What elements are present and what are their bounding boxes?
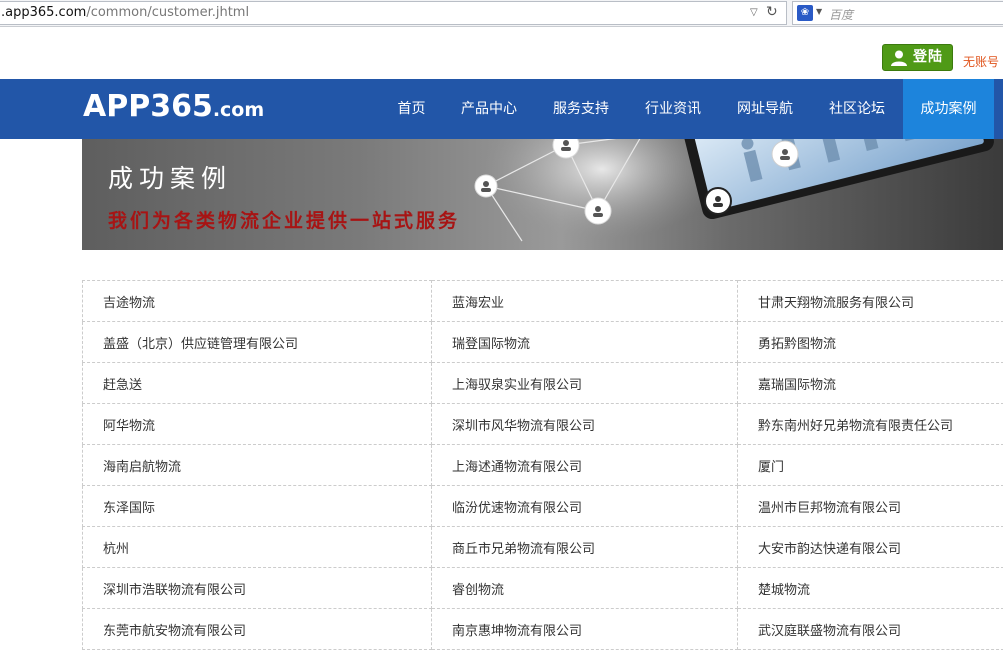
customer-name-cell: 深圳市风华物流有限公司 xyxy=(432,404,738,445)
customer-name-cell: 睿创物流 xyxy=(432,568,738,609)
customer-name-cell: 厦门 xyxy=(738,445,1003,486)
customer-name-cell: 武汉庭联盛物流有限公司 xyxy=(738,609,1003,650)
main-navbar: APP365.com 首页 产品中心 服务支持 行业资讯 网址导航 社区论坛 成… xyxy=(0,79,1003,139)
customer-name-cell: 蓝海宏业 xyxy=(432,281,738,322)
engine-dropdown-icon[interactable]: ▼ xyxy=(816,7,822,16)
customer-name-cell: 黔东南州好兄弟物流有限责任公司 xyxy=(738,404,1003,445)
table-row: 吉途物流蓝海宏业甘肃天翔物流服务有限公司 xyxy=(83,281,1003,322)
customer-name-cell: 临汾优速物流有限公司 xyxy=(432,486,738,527)
customer-name-cell: 大安市韵达快递有限公司 xyxy=(738,527,1003,568)
nav-forum[interactable]: 社区论坛 xyxy=(815,79,899,139)
customer-name-cell: 阿华物流 xyxy=(83,404,432,445)
customer-name-cell: 温州市巨邦物流有限公司 xyxy=(738,486,1003,527)
address-bar[interactable]: .app365.com/common/customer.jhtml ▽ ↻ xyxy=(0,1,787,25)
customer-name-cell: 勇拓黔图物流 xyxy=(738,322,1003,363)
table-row: 赶急送上海驭泉实业有限公司嘉瑞国际物流 xyxy=(83,363,1003,404)
customer-name-cell: 吉途物流 xyxy=(83,281,432,322)
no-account-link[interactable]: 无账号 xyxy=(963,53,999,70)
customer-name-cell: 甘肃天翔物流服务有限公司 xyxy=(738,281,1003,322)
customer-name-cell: 海南启航物流 xyxy=(83,445,432,486)
nav-industry-news[interactable]: 行业资讯 xyxy=(631,79,715,139)
history-dropdown-icon[interactable]: ▽ xyxy=(750,7,758,18)
nav-site-directory[interactable]: 网址导航 xyxy=(723,79,807,139)
search-placeholder[interactable]: 百度 xyxy=(829,6,853,23)
browser-toolbar: .app365.com/common/customer.jhtml ▽ ↻ ❀ … xyxy=(0,0,1003,27)
login-button[interactable]: 登陆 xyxy=(882,44,953,71)
customer-name-cell: 东莞市航安物流有限公司 xyxy=(83,609,432,650)
nav-success-cases[interactable]: 成功案例 xyxy=(903,79,994,139)
customer-name-cell: 瑞登国际物流 xyxy=(432,322,738,363)
customer-name-cell: 杭州 xyxy=(83,527,432,568)
login-label: 登陆 xyxy=(913,45,943,70)
logo-suffix: .com xyxy=(213,99,264,121)
customer-name-cell: 东泽国际 xyxy=(83,486,432,527)
table-row: 杭州商丘市兄弟物流有限公司大安市韵达快递有限公司 xyxy=(83,527,1003,568)
url-host: .app365.com xyxy=(1,5,86,20)
banner-subtitle: 我们为各类物流企业提供一站式服务 xyxy=(108,206,460,233)
table-row: 盖盛（北京）供应链管理有限公司瑞登国际物流勇拓黔图物流 xyxy=(83,322,1003,363)
customer-list-table: 吉途物流蓝海宏业甘肃天翔物流服务有限公司盖盛（北京）供应链管理有限公司瑞登国际物… xyxy=(82,280,1003,650)
table-row: 海南启航物流上海述通物流有限公司厦门 xyxy=(83,445,1003,486)
user-icon xyxy=(890,49,908,67)
nav-home[interactable]: 首页 xyxy=(383,79,440,139)
baidu-paw-icon[interactable]: ❀ xyxy=(797,5,813,21)
browser-search-box[interactable]: ❀ ▼ 百度 xyxy=(792,1,1003,25)
customer-name-cell: 上海驭泉实业有限公司 xyxy=(432,363,738,404)
customer-name-cell: 上海述通物流有限公司 xyxy=(432,445,738,486)
reload-icon[interactable]: ↻ xyxy=(766,4,778,20)
customer-name-cell: 楚城物流 xyxy=(738,568,1003,609)
customer-name-cell: 盖盛（北京）供应链管理有限公司 xyxy=(83,322,432,363)
address-text[interactable]: .app365.com/common/customer.jhtml xyxy=(1,5,249,20)
customer-name-cell: 商丘市兄弟物流有限公司 xyxy=(432,527,738,568)
table-row: 深圳市浩联物流有限公司睿创物流楚城物流 xyxy=(83,568,1003,609)
customer-name-cell: 南京惠坤物流有限公司 xyxy=(432,609,738,650)
site-logo[interactable]: APP365.com xyxy=(83,89,264,124)
table-row: 阿华物流深圳市风华物流有限公司黔东南州好兄弟物流有限责任公司 xyxy=(83,404,1003,445)
logo-main: APP365 xyxy=(83,89,213,124)
table-row: 东泽国际临汾优速物流有限公司温州市巨邦物流有限公司 xyxy=(83,486,1003,527)
customer-name-cell: 深圳市浩联物流有限公司 xyxy=(83,568,432,609)
customer-name-cell: 嘉瑞国际物流 xyxy=(738,363,1003,404)
table-row: 东莞市航安物流有限公司南京惠坤物流有限公司武汉庭联盛物流有限公司 xyxy=(83,609,1003,650)
customer-name-cell: 赶急送 xyxy=(83,363,432,404)
nav-support[interactable]: 服务支持 xyxy=(539,79,623,139)
url-path: /common/customer.jhtml xyxy=(86,5,249,20)
top-login-strip: 登陆 无账号 xyxy=(0,27,1003,79)
banner-title: 成功案例 xyxy=(108,159,232,195)
page-banner: 成功案例 我们为各类物流企业提供一站式服务 xyxy=(82,139,1003,250)
nav-products[interactable]: 产品中心 xyxy=(447,79,531,139)
